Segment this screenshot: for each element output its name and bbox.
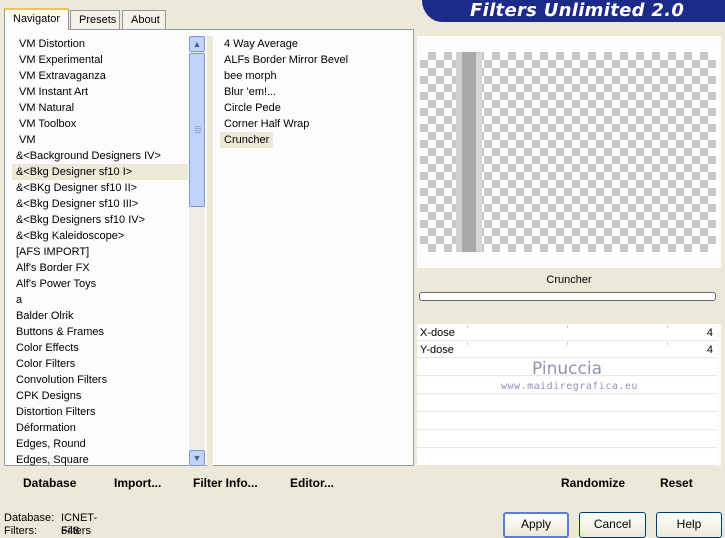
preview-stripe — [476, 52, 482, 252]
list-divider — [207, 36, 213, 466]
help-button[interactable]: Help — [656, 512, 722, 538]
category-item[interactable]: Buttons & Frames — [12, 324, 188, 340]
param-row-y-dose[interactable]: Y-dose 4 — [417, 342, 717, 358]
category-item[interactable]: Edges, Round — [12, 436, 188, 452]
category-item[interactable]: &<BKg Designer sf10 II> — [12, 180, 188, 196]
category-item[interactable]: &<Background Designers IV> — [12, 148, 188, 164]
category-item[interactable]: Edges, Square — [12, 452, 188, 468]
category-item[interactable]: Alf's Power Toys — [12, 276, 188, 292]
category-item[interactable]: &<Bkg Kaleidoscope> — [12, 228, 188, 244]
database-info: Database: ICNET-Filters — [4, 512, 97, 537]
scroll-up-button[interactable]: ▲ — [189, 36, 205, 52]
filter-info-button[interactable]: Filter Info... — [193, 476, 258, 490]
watermark-name: Pinuccia — [532, 359, 602, 379]
filter-item[interactable]: Blur 'em!... — [220, 84, 410, 100]
category-item[interactable]: Color Filters — [12, 356, 188, 372]
cancel-button[interactable]: Cancel — [579, 512, 646, 538]
category-item[interactable]: a — [12, 292, 188, 308]
category-item[interactable]: Color Effects — [12, 340, 188, 356]
category-item[interactable]: &<Bkg Designer sf10 III> — [12, 196, 188, 212]
database-label: Database: — [4, 512, 55, 524]
category-scrollbar[interactable]: ▲ ▼ — [189, 36, 205, 466]
category-item[interactable]: VM Natural — [12, 100, 188, 116]
category-item[interactable]: CPK Designs — [12, 388, 188, 404]
category-item[interactable]: [AFS IMPORT] — [12, 244, 188, 260]
category-item[interactable]: VM Toolbox — [12, 116, 188, 132]
tab-navigator[interactable]: Navigator — [4, 8, 69, 30]
category-list[interactable]: VM Distortion VM Experimental VM Extravaga… — [12, 36, 188, 468]
filter-item[interactable]: bee morph — [220, 68, 410, 84]
param-label: Y-dose — [420, 344, 454, 356]
category-item[interactable]: Balder Olrik — [12, 308, 188, 324]
current-filter-name: Cruncher — [546, 274, 592, 286]
preview-stripe — [462, 52, 476, 252]
apply-button[interactable]: Apply — [503, 512, 569, 538]
filter-item[interactable]: ALFs Border Mirror Bevel — [220, 52, 410, 68]
filter-item[interactable]: Cruncher — [220, 132, 274, 148]
category-item[interactable]: &<Bkg Designers sf10 IV> — [12, 212, 188, 228]
category-item[interactable]: Distortion Filters — [12, 404, 188, 420]
param-row-empty — [417, 431, 717, 448]
param-row-x-dose[interactable]: X-dose 4 — [417, 325, 717, 341]
category-item[interactable]: VM Instant Art — [12, 84, 188, 100]
filter-item[interactable]: Circle Pede — [220, 100, 410, 116]
category-item[interactable]: &<Bkg Designer sf10 I> — [12, 164, 188, 180]
param-value: 4 — [706, 344, 713, 356]
app-title: Filters Unlimited 2.0 — [470, 0, 685, 21]
param-row-empty — [417, 395, 717, 412]
reset-button[interactable]: Reset — [660, 476, 693, 490]
tab-presets[interactable]: Presets — [70, 10, 120, 29]
filter-item[interactable]: Corner Half Wrap — [220, 116, 410, 132]
category-item[interactable]: Déformation — [12, 420, 188, 436]
database-button[interactable]: Database — [23, 476, 76, 490]
param-row-empty — [417, 449, 717, 466]
filters-value: 648 — [61, 525, 80, 537]
category-item[interactable]: VM Extravaganza — [12, 68, 188, 84]
param-label: X-dose — [420, 327, 455, 339]
param-row-empty — [417, 413, 717, 430]
progress-bar — [419, 292, 716, 301]
scroll-thumb[interactable] — [189, 53, 205, 207]
randomize-button[interactable]: Randomize — [561, 476, 625, 490]
category-item[interactable]: VM — [12, 132, 188, 148]
scroll-down-button[interactable]: ▼ — [189, 450, 205, 466]
category-item[interactable]: VM Distortion — [12, 36, 188, 52]
filter-item[interactable]: 4 Way Average — [220, 36, 410, 52]
editor-button[interactable]: Editor... — [290, 476, 334, 490]
import-button[interactable]: Import... — [114, 476, 161, 490]
filters-info: Filters: 648 — [4, 525, 79, 538]
filters-label: Filters: — [4, 525, 37, 537]
filter-list[interactable]: 4 Way Average ALFs Border Mirror Bevel bee… — [220, 36, 410, 148]
param-value: 4 — [706, 327, 713, 339]
category-item[interactable]: Alf's Border FX — [12, 260, 188, 276]
category-item[interactable]: VM Experimental — [12, 52, 188, 68]
category-item[interactable]: Convolution Filters — [12, 372, 188, 388]
watermark-url: www.maidiregrafica.eu — [501, 381, 638, 392]
tab-about[interactable]: About — [122, 10, 166, 29]
